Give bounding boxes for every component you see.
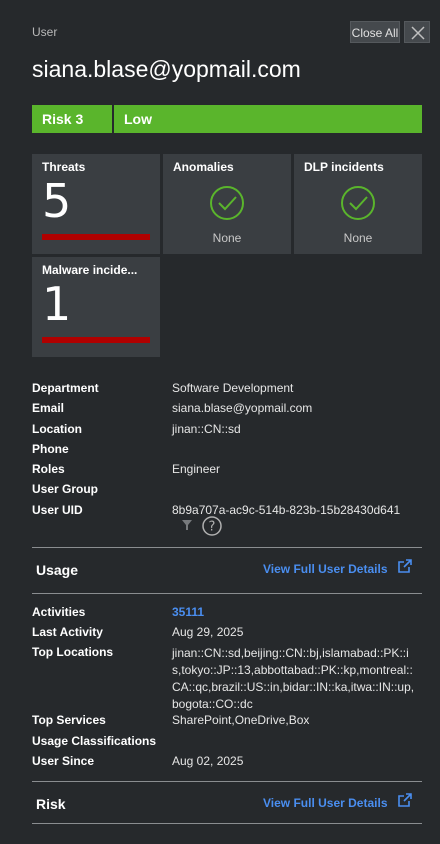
location-label: Location bbox=[32, 422, 82, 436]
divider bbox=[32, 781, 422, 782]
svg-text:?: ? bbox=[209, 520, 216, 535]
user-email-title: siana.blase@yopmail.com bbox=[32, 56, 301, 82]
last-activity-value: Aug 29, 2025 bbox=[172, 625, 244, 639]
dlp-status: None bbox=[343, 231, 373, 245]
malware-severity-bar bbox=[42, 337, 150, 343]
header-label: User bbox=[32, 25, 58, 39]
malware-count: 1 bbox=[42, 277, 72, 331]
user-since-label: User Since bbox=[32, 754, 95, 768]
external-link-icon[interactable] bbox=[398, 793, 412, 807]
usage-section-title: Usage bbox=[36, 562, 79, 578]
user-uid-value: 8b9a707a-ac9c-514b-823b-15b28430d641 bbox=[172, 503, 401, 517]
malware-card-title: Malware incide... bbox=[42, 263, 138, 277]
user-since-value: Aug 02, 2025 bbox=[172, 754, 244, 768]
roles-value: Engineer bbox=[172, 462, 221, 476]
department-value: Software Development bbox=[172, 381, 294, 395]
dlp-card-title: DLP incidents bbox=[304, 160, 384, 174]
threats-count: 5 bbox=[42, 174, 72, 228]
divider bbox=[32, 547, 422, 548]
threats-severity-bar bbox=[42, 234, 150, 240]
check-circle-icon bbox=[341, 186, 375, 220]
roles-label: Roles bbox=[32, 462, 65, 476]
malware-incidents-card[interactable]: Malware incide... 1 bbox=[32, 257, 160, 357]
risk-score-badge: Risk 3 bbox=[32, 105, 112, 133]
risk-level-badge: Low bbox=[114, 105, 422, 133]
threats-card[interactable]: Threats 5 bbox=[32, 154, 160, 254]
user-group-label: User Group bbox=[32, 482, 99, 496]
anomalies-status: None bbox=[212, 231, 242, 245]
location-value: jinan::CN::sd bbox=[172, 422, 241, 436]
check-circle-icon bbox=[210, 186, 244, 220]
risk-view-details-link[interactable]: View Full User Details bbox=[263, 796, 388, 810]
top-locations-label: Top Locations bbox=[32, 645, 114, 659]
help-icon[interactable]: ? bbox=[202, 516, 222, 536]
close-all-button[interactable]: Close All bbox=[350, 21, 400, 43]
activities-label: Activities bbox=[32, 605, 86, 619]
activities-value-link[interactable]: 35111 bbox=[172, 605, 204, 619]
anomalies-card[interactable]: Anomalies None bbox=[163, 154, 291, 254]
threats-card-title: Threats bbox=[42, 160, 86, 174]
close-button[interactable] bbox=[404, 21, 430, 43]
usage-view-details-link[interactable]: View Full User Details bbox=[263, 562, 388, 576]
risk-section-title: Risk bbox=[36, 796, 66, 812]
divider bbox=[32, 593, 422, 594]
anomalies-card-title: Anomalies bbox=[173, 160, 234, 174]
top-services-label: Top Services bbox=[32, 713, 106, 727]
top-locations-value: jinan::CN::sd,beijing::CN::bj,islamabad:… bbox=[172, 646, 415, 711]
divider bbox=[32, 823, 422, 824]
usage-classifications-label: Usage Classifications bbox=[32, 734, 157, 748]
external-link-icon[interactable] bbox=[398, 559, 412, 573]
department-label: Department bbox=[32, 381, 99, 395]
dlp-incidents-card[interactable]: DLP incidents None bbox=[294, 154, 422, 254]
email-value: siana.blase@yopmail.com bbox=[172, 401, 313, 415]
phone-label: Phone bbox=[32, 442, 69, 456]
filter-icon[interactable] bbox=[182, 520, 192, 530]
user-uid-label: User UID bbox=[32, 503, 83, 517]
close-icon bbox=[411, 26, 425, 40]
email-label: Email bbox=[32, 401, 65, 415]
last-activity-label: Last Activity bbox=[32, 625, 103, 639]
top-services-value: SharePoint,OneDrive,Box bbox=[172, 713, 310, 727]
